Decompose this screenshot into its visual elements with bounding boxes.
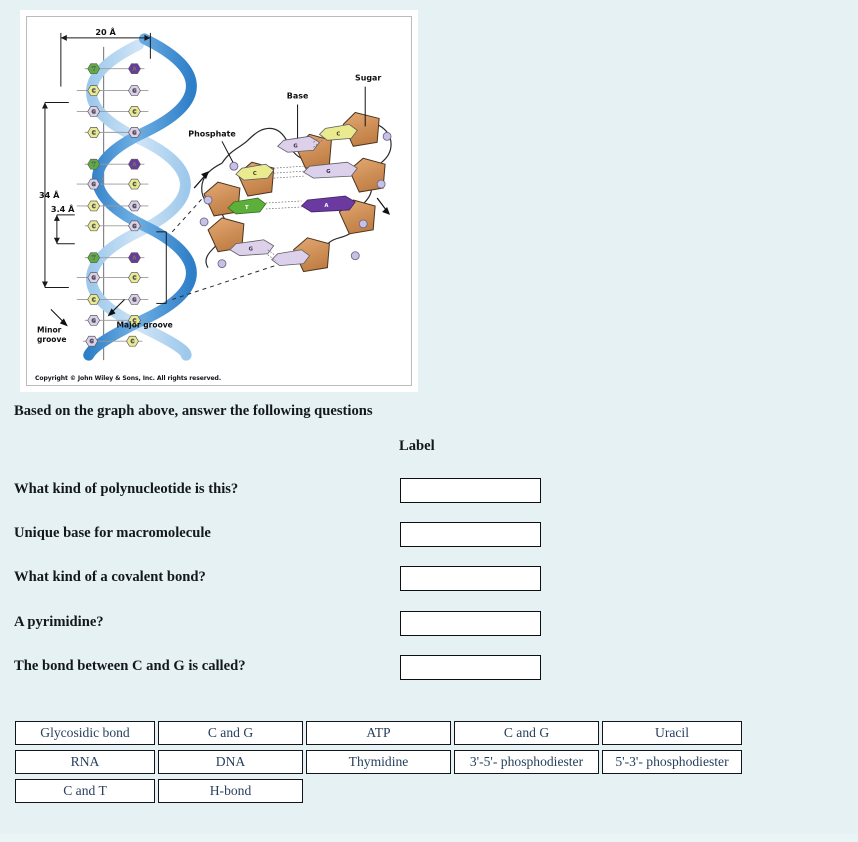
option-c-and-g-1[interactable]: C and G <box>158 721 303 745</box>
svg-text:G: G <box>293 143 297 149</box>
svg-text:C: C <box>92 204 96 210</box>
option-thymidine[interactable]: Thymidine <box>306 750 451 774</box>
svg-text:A: A <box>133 256 137 262</box>
svg-text:G: G <box>90 339 94 345</box>
dna-double-helix-diagram: T A C G G C C G T A G C C G C G T A G C … <box>27 17 411 385</box>
label-sugar: Sugar <box>355 74 381 83</box>
svg-text:T: T <box>92 162 96 168</box>
option-c-and-g-2[interactable]: C and G <box>454 721 599 745</box>
svg-text:C: C <box>92 130 96 136</box>
label-major-groove: Major groove <box>117 320 173 329</box>
label-20a: 20 Å <box>95 27 116 37</box>
svg-text:C: C <box>133 276 137 282</box>
question-row-5: The bond between C and G is called? <box>0 655 858 681</box>
question-label-4: A pyrimidine? <box>14 614 104 630</box>
option-atp[interactable]: ATP <box>306 721 451 745</box>
svg-text:C: C <box>92 297 96 303</box>
answer-input-2[interactable] <box>400 522 541 547</box>
question-row-1: What kind of polynucleotide is this? <box>0 478 858 504</box>
instruction-text: Based on the graph above, answer the fol… <box>14 403 373 419</box>
question-label-1: What kind of polynucleotide is this? <box>14 481 239 497</box>
svg-text:C: C <box>131 339 135 345</box>
label-3-4a: 3.4 Å <box>51 204 75 214</box>
label-minor-groove-line2: groove <box>37 335 67 344</box>
quiz-page: T A C G G C C G T A G C C G C G T A G C … <box>0 0 858 842</box>
option-c-and-t[interactable]: C and T <box>15 779 155 803</box>
option-row-2: RNA DNA Thymidine 3'-5'- phosphodiester … <box>15 750 742 774</box>
svg-text:C: C <box>92 224 96 230</box>
svg-text:G: G <box>132 130 136 136</box>
option-row-3: C and T H-bond <box>15 779 742 803</box>
svg-text:C: C <box>133 182 137 188</box>
question-label-5: The bond between C and G is called? <box>14 658 246 674</box>
svg-text:C: C <box>133 109 137 115</box>
svg-text:G: G <box>132 224 136 230</box>
svg-text:G: G <box>132 297 136 303</box>
label-minor-groove-line1: Minor <box>37 325 62 334</box>
label-34a: 34 Å <box>39 190 60 200</box>
option-glycosidic-bond[interactable]: Glycosidic bond <box>15 721 155 745</box>
svg-text:T: T <box>92 67 96 73</box>
dna-figure-container: T A C G G C C G T A G C C G C G T A G C … <box>20 10 418 392</box>
answer-option-bank: Glycosidic bond C and G ATP C and G Urac… <box>15 721 742 808</box>
svg-text:C: C <box>92 89 96 95</box>
svg-text:G: G <box>92 318 96 324</box>
option-5-3-phosphodiester[interactable]: 5'-3'- phosphodiester <box>602 750 742 774</box>
dna-figure-frame: T A C G G C C G T A G C C G C G T A G C … <box>26 16 412 386</box>
svg-text:G: G <box>92 109 96 115</box>
answer-input-5[interactable] <box>400 655 541 680</box>
option-uracil[interactable]: Uracil <box>602 721 742 745</box>
question-label-3: What kind of a covalent bond? <box>14 569 206 585</box>
question-row-3: What kind of a covalent bond? <box>0 566 858 592</box>
svg-text:T: T <box>245 205 249 211</box>
option-row-1: Glycosidic bond C and G ATP C and G Urac… <box>15 721 742 745</box>
svg-text:G: G <box>132 204 136 210</box>
svg-text:T: T <box>92 256 96 262</box>
column-header-label: Label <box>399 438 435 454</box>
answer-input-3[interactable] <box>400 566 541 591</box>
svg-text:G: G <box>92 182 96 188</box>
svg-text:C: C <box>336 131 340 137</box>
answer-input-1[interactable] <box>400 478 541 503</box>
svg-text:G: G <box>249 247 253 253</box>
svg-text:G: G <box>132 89 136 95</box>
label-phosphate: Phosphate <box>188 129 236 138</box>
svg-text:G: G <box>92 276 96 282</box>
option-rna[interactable]: RNA <box>15 750 155 774</box>
question-row-4: A pyrimidine? <box>0 611 858 637</box>
svg-text:G: G <box>326 169 330 175</box>
svg-text:C: C <box>253 171 257 177</box>
question-row-2: Unique base for macromolecule <box>0 522 858 548</box>
label-base: Base <box>287 92 309 101</box>
question-label-2: Unique base for macromolecule <box>14 525 211 541</box>
option-h-bond[interactable]: H-bond <box>158 779 303 803</box>
svg-text:A: A <box>133 67 137 73</box>
bottom-spacer <box>0 834 858 842</box>
answer-input-4[interactable] <box>400 611 541 636</box>
figure-copyright: Copyright © John Wiley & Sons, Inc. All … <box>35 375 222 382</box>
option-dna[interactable]: DNA <box>158 750 303 774</box>
svg-text:A: A <box>133 162 137 168</box>
option-3-5-phosphodiester[interactable]: 3'-5'- phosphodiester <box>454 750 599 774</box>
